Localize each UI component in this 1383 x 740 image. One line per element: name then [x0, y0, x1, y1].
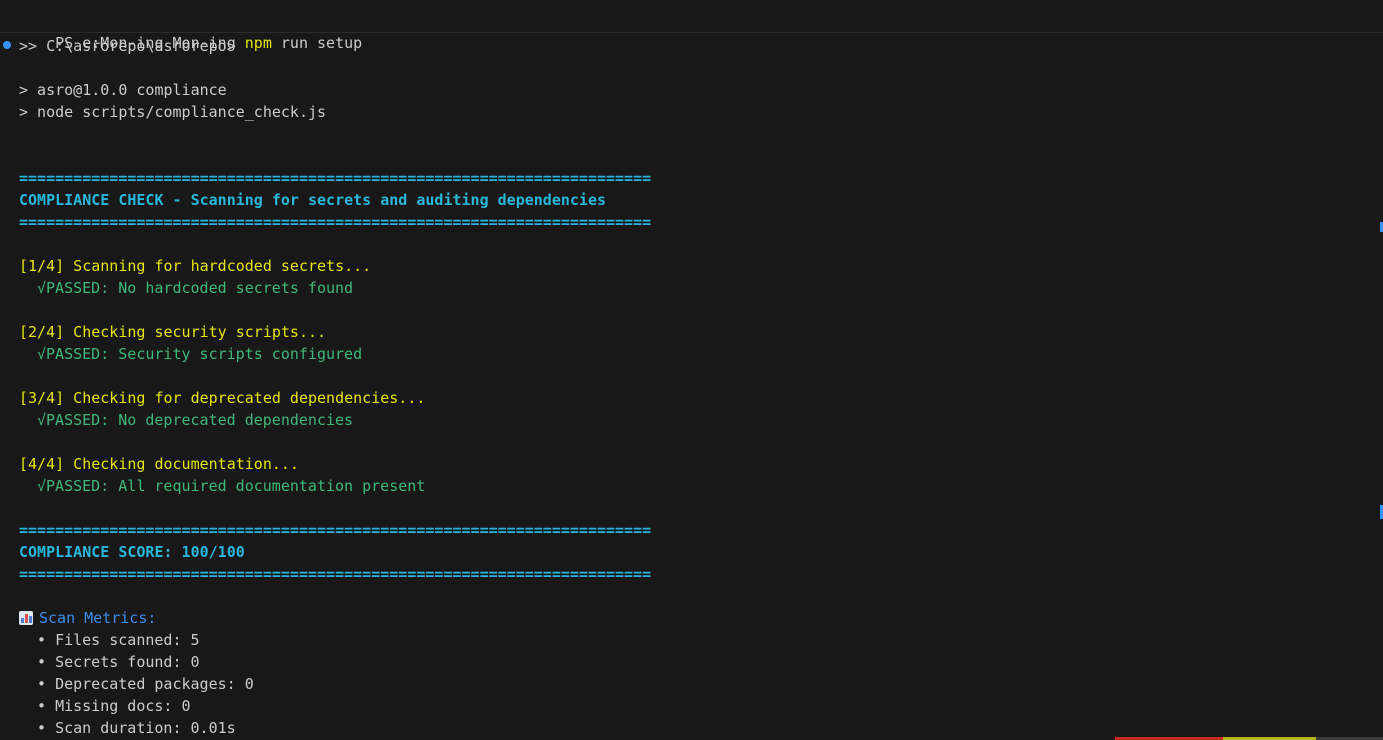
- separator-score-bottom: ========================================…: [19, 565, 652, 583]
- compliance-score: COMPLIANCE SCORE: 100/100: [19, 543, 245, 561]
- check-icon: √: [37, 279, 47, 297]
- bullet: •: [37, 631, 47, 649]
- metric-text: Deprecated packages: 0: [55, 675, 254, 693]
- step-1-result-text: PASSED: No hardcoded secrets found: [46, 279, 354, 297]
- separator-top: ========================================…: [19, 169, 652, 187]
- step-2-result-text: PASSED: Security scripts configured: [46, 345, 363, 363]
- command-args: run setup: [271, 34, 363, 52]
- metrics-title: Scan Metrics:: [39, 609, 157, 627]
- continuation-line: >> C:\asrorepo\asrorepo>: [19, 37, 236, 55]
- bullet: •: [37, 697, 47, 715]
- command-name: npm: [244, 34, 272, 52]
- metric-deprecated-packages: • Deprecated packages: 0: [37, 673, 254, 695]
- check-icon: √: [37, 345, 47, 363]
- command-decoration-icon[interactable]: [3, 41, 11, 49]
- prompt-line: PS e:Mon-ing Mon-ing npm run setup: [19, 10, 362, 52]
- metric-text: Secrets found: 0: [55, 653, 200, 671]
- metric-text: Missing docs: 0: [55, 697, 191, 715]
- bullet: •: [37, 719, 47, 737]
- step-2-label: [2/4] Checking security scripts...: [19, 323, 327, 341]
- bar-chart-icon: [19, 611, 33, 625]
- step-4-result: √PASSED: All required documentation pres…: [37, 475, 425, 497]
- check-icon: √: [37, 411, 47, 429]
- check-icon: √: [37, 477, 47, 495]
- step-3-result-text: PASSED: No deprecated dependencies: [46, 411, 354, 429]
- step-3-result: √PASSED: No deprecated dependencies: [37, 409, 353, 431]
- separator-score-top: ========================================…: [19, 521, 652, 539]
- metric-text: Scan duration: 0.01s: [55, 719, 236, 737]
- metric-missing-docs: • Missing docs: 0: [37, 695, 191, 717]
- metrics-title-line: Scan Metrics:: [19, 607, 156, 629]
- metric-scan-duration: • Scan duration: 0.01s: [37, 717, 236, 739]
- metric-text: Files scanned: 5: [55, 631, 200, 649]
- separator-title-bottom: ========================================…: [19, 213, 652, 231]
- bullet: •: [37, 675, 47, 693]
- step-1-label: [1/4] Scanning for hardcoded secrets...: [19, 257, 372, 275]
- metric-secrets-found: • Secrets found: 0: [37, 651, 200, 673]
- metric-files-scanned: • Files scanned: 5: [37, 629, 200, 651]
- terminal-sticky-divider: [0, 32, 1383, 33]
- step-4-result-text: PASSED: All required documentation prese…: [46, 477, 426, 495]
- terminal-panel[interactable]: PS e:Mon-ing Mon-ing npm run setup >> C:…: [0, 0, 1383, 740]
- npm-header-2: > node scripts/compliance_check.js: [19, 103, 327, 121]
- bullet: •: [37, 653, 47, 671]
- step-3-label: [3/4] Checking for deprecated dependenci…: [19, 389, 426, 407]
- step-2-result: √PASSED: Security scripts configured: [37, 343, 362, 365]
- compliance-title: COMPLIANCE CHECK - Scanning for secrets …: [19, 191, 606, 209]
- npm-header-1: > asro@1.0.0 compliance: [19, 81, 227, 99]
- step-1-result: √PASSED: No hardcoded secrets found: [37, 277, 353, 299]
- step-4-label: [4/4] Checking documentation...: [19, 455, 299, 473]
